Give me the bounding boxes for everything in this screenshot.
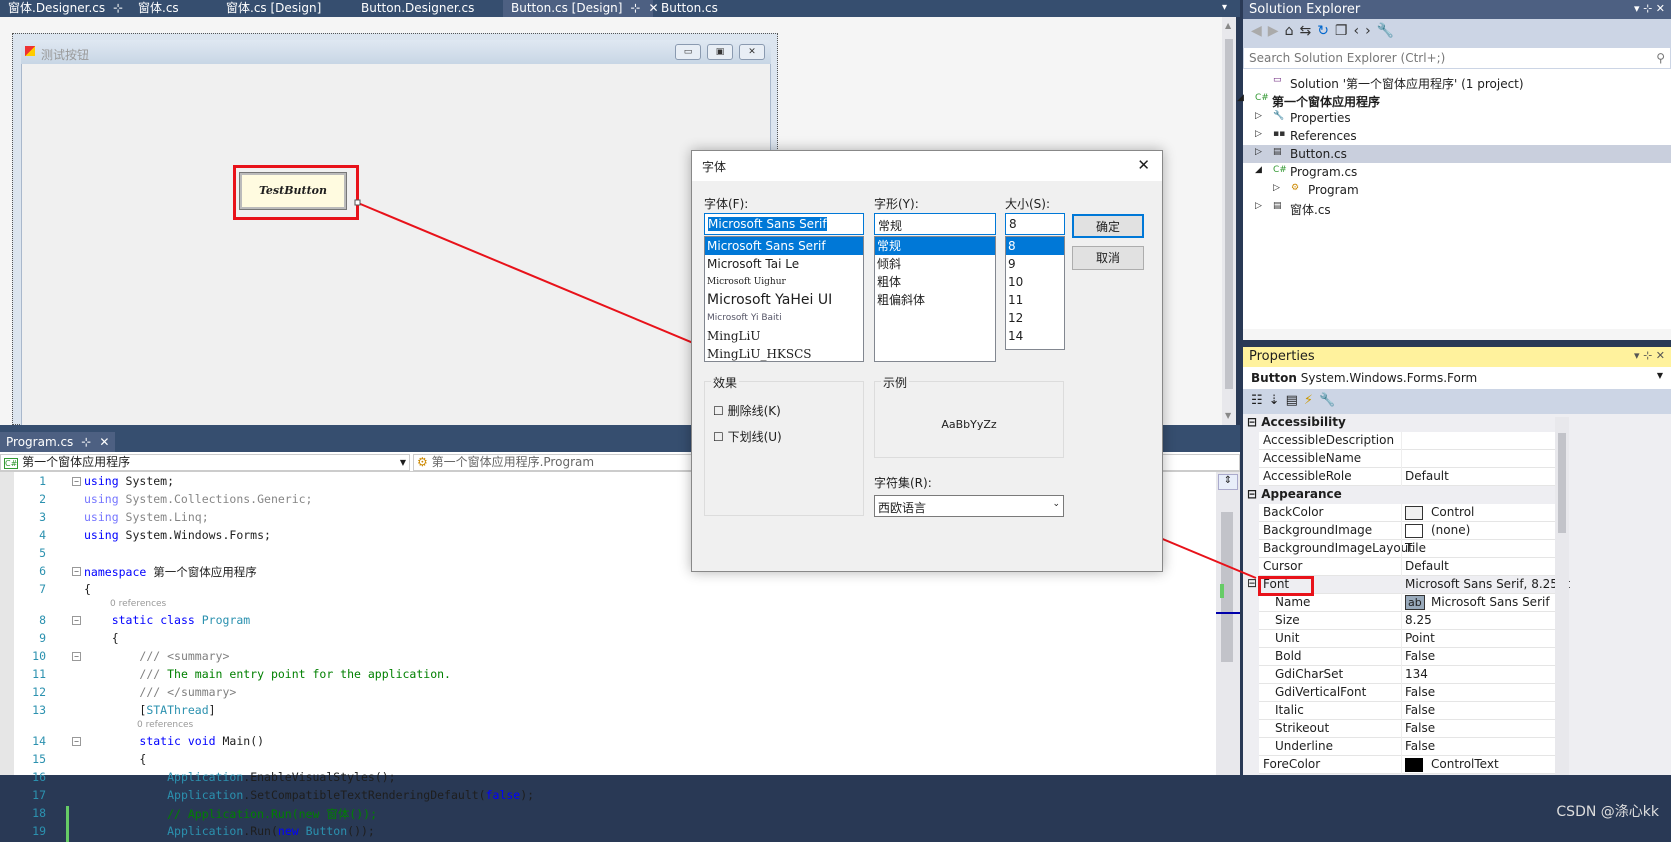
list-item[interactable]: 16 (1006, 345, 1064, 349)
charset-value: 西欧语言 (878, 501, 927, 515)
sample-group: 示例 AaBbYyZz (874, 374, 1064, 458)
list-item[interactable]: 常规 (875, 237, 995, 255)
list-item[interactable]: MingLiU (705, 327, 863, 345)
sample-text: AaBbYyZz (941, 418, 997, 431)
strikeout-checkbox[interactable]: ☐ 删除线(K) (713, 402, 781, 419)
ok-button[interactable]: 确定 (1072, 214, 1144, 238)
list-item[interactable]: 粗偏斜体 (875, 291, 995, 309)
list-item[interactable]: 粗体 (875, 273, 995, 291)
font-label: 字体(F): (704, 197, 749, 211)
font-name-input[interactable]: Microsoft Sans Serif (704, 213, 864, 235)
font-style-input[interactable]: 常规 (874, 213, 996, 235)
dialog-close-icon[interactable]: ✕ (1137, 156, 1150, 174)
list-item[interactable]: 12 (1006, 309, 1064, 327)
watermark: CSDN @涤心kk (1556, 804, 1659, 820)
list-item[interactable]: 11 (1006, 291, 1064, 309)
sample-label: 示例 (881, 374, 910, 391)
list-item[interactable]: 10 (1006, 273, 1064, 291)
effects-label: 效果 (711, 374, 740, 391)
list-item[interactable]: 9 (1006, 255, 1064, 273)
list-item[interactable]: MingLiU_HKSCS (705, 345, 863, 361)
connector-handle (354, 199, 361, 206)
list-item[interactable]: 8 (1006, 237, 1064, 255)
cancel-button[interactable]: 取消 (1072, 246, 1144, 270)
size-label: 大小(S): (1005, 197, 1051, 211)
strikeout-label: 删除线(K) (727, 404, 781, 418)
charset-label: 字符集(R): (874, 476, 932, 490)
charset-select[interactable]: 西欧语言 ⌄ (874, 495, 1064, 517)
chevron-down-icon: ⌄ (1052, 499, 1060, 509)
list-item[interactable]: Microsoft YaHei UI (705, 291, 863, 309)
list-item[interactable]: Microsoft Sans Serif (705, 237, 863, 255)
underline-checkbox[interactable]: ☐ 下划线(U) (713, 428, 782, 445)
dialog-titlebar: 字体 ✕ (692, 151, 1162, 181)
effects-group: 效果 ☐ 删除线(K) ☐ 下划线(U) (704, 374, 864, 516)
font-name-value: Microsoft Sans Serif (708, 217, 827, 231)
list-item[interactable]: Microsoft Tai Le (705, 255, 863, 273)
size-list[interactable]: 891011121416 (1005, 236, 1065, 350)
list-item[interactable]: 14 (1006, 327, 1064, 345)
list-item[interactable]: Microsoft Yi Baiti (705, 309, 863, 327)
font-list[interactable]: Microsoft Sans Serif Microsoft Tai Le Micr… (704, 236, 864, 362)
underline-label: 下划线(U) (727, 430, 782, 444)
font-dialog: 字体 ✕ 字体(F): Microsoft Sans Serif Microso… (691, 150, 1163, 572)
font-size-input[interactable]: 8 (1005, 213, 1065, 235)
style-list[interactable]: 常规 倾斜 粗体 粗偏斜体 (874, 236, 996, 362)
list-item[interactable]: Microsoft Uighur (705, 273, 863, 291)
style-label: 字形(Y): (874, 197, 919, 211)
dialog-title: 字体 (702, 160, 727, 174)
list-item[interactable]: 倾斜 (875, 255, 995, 273)
